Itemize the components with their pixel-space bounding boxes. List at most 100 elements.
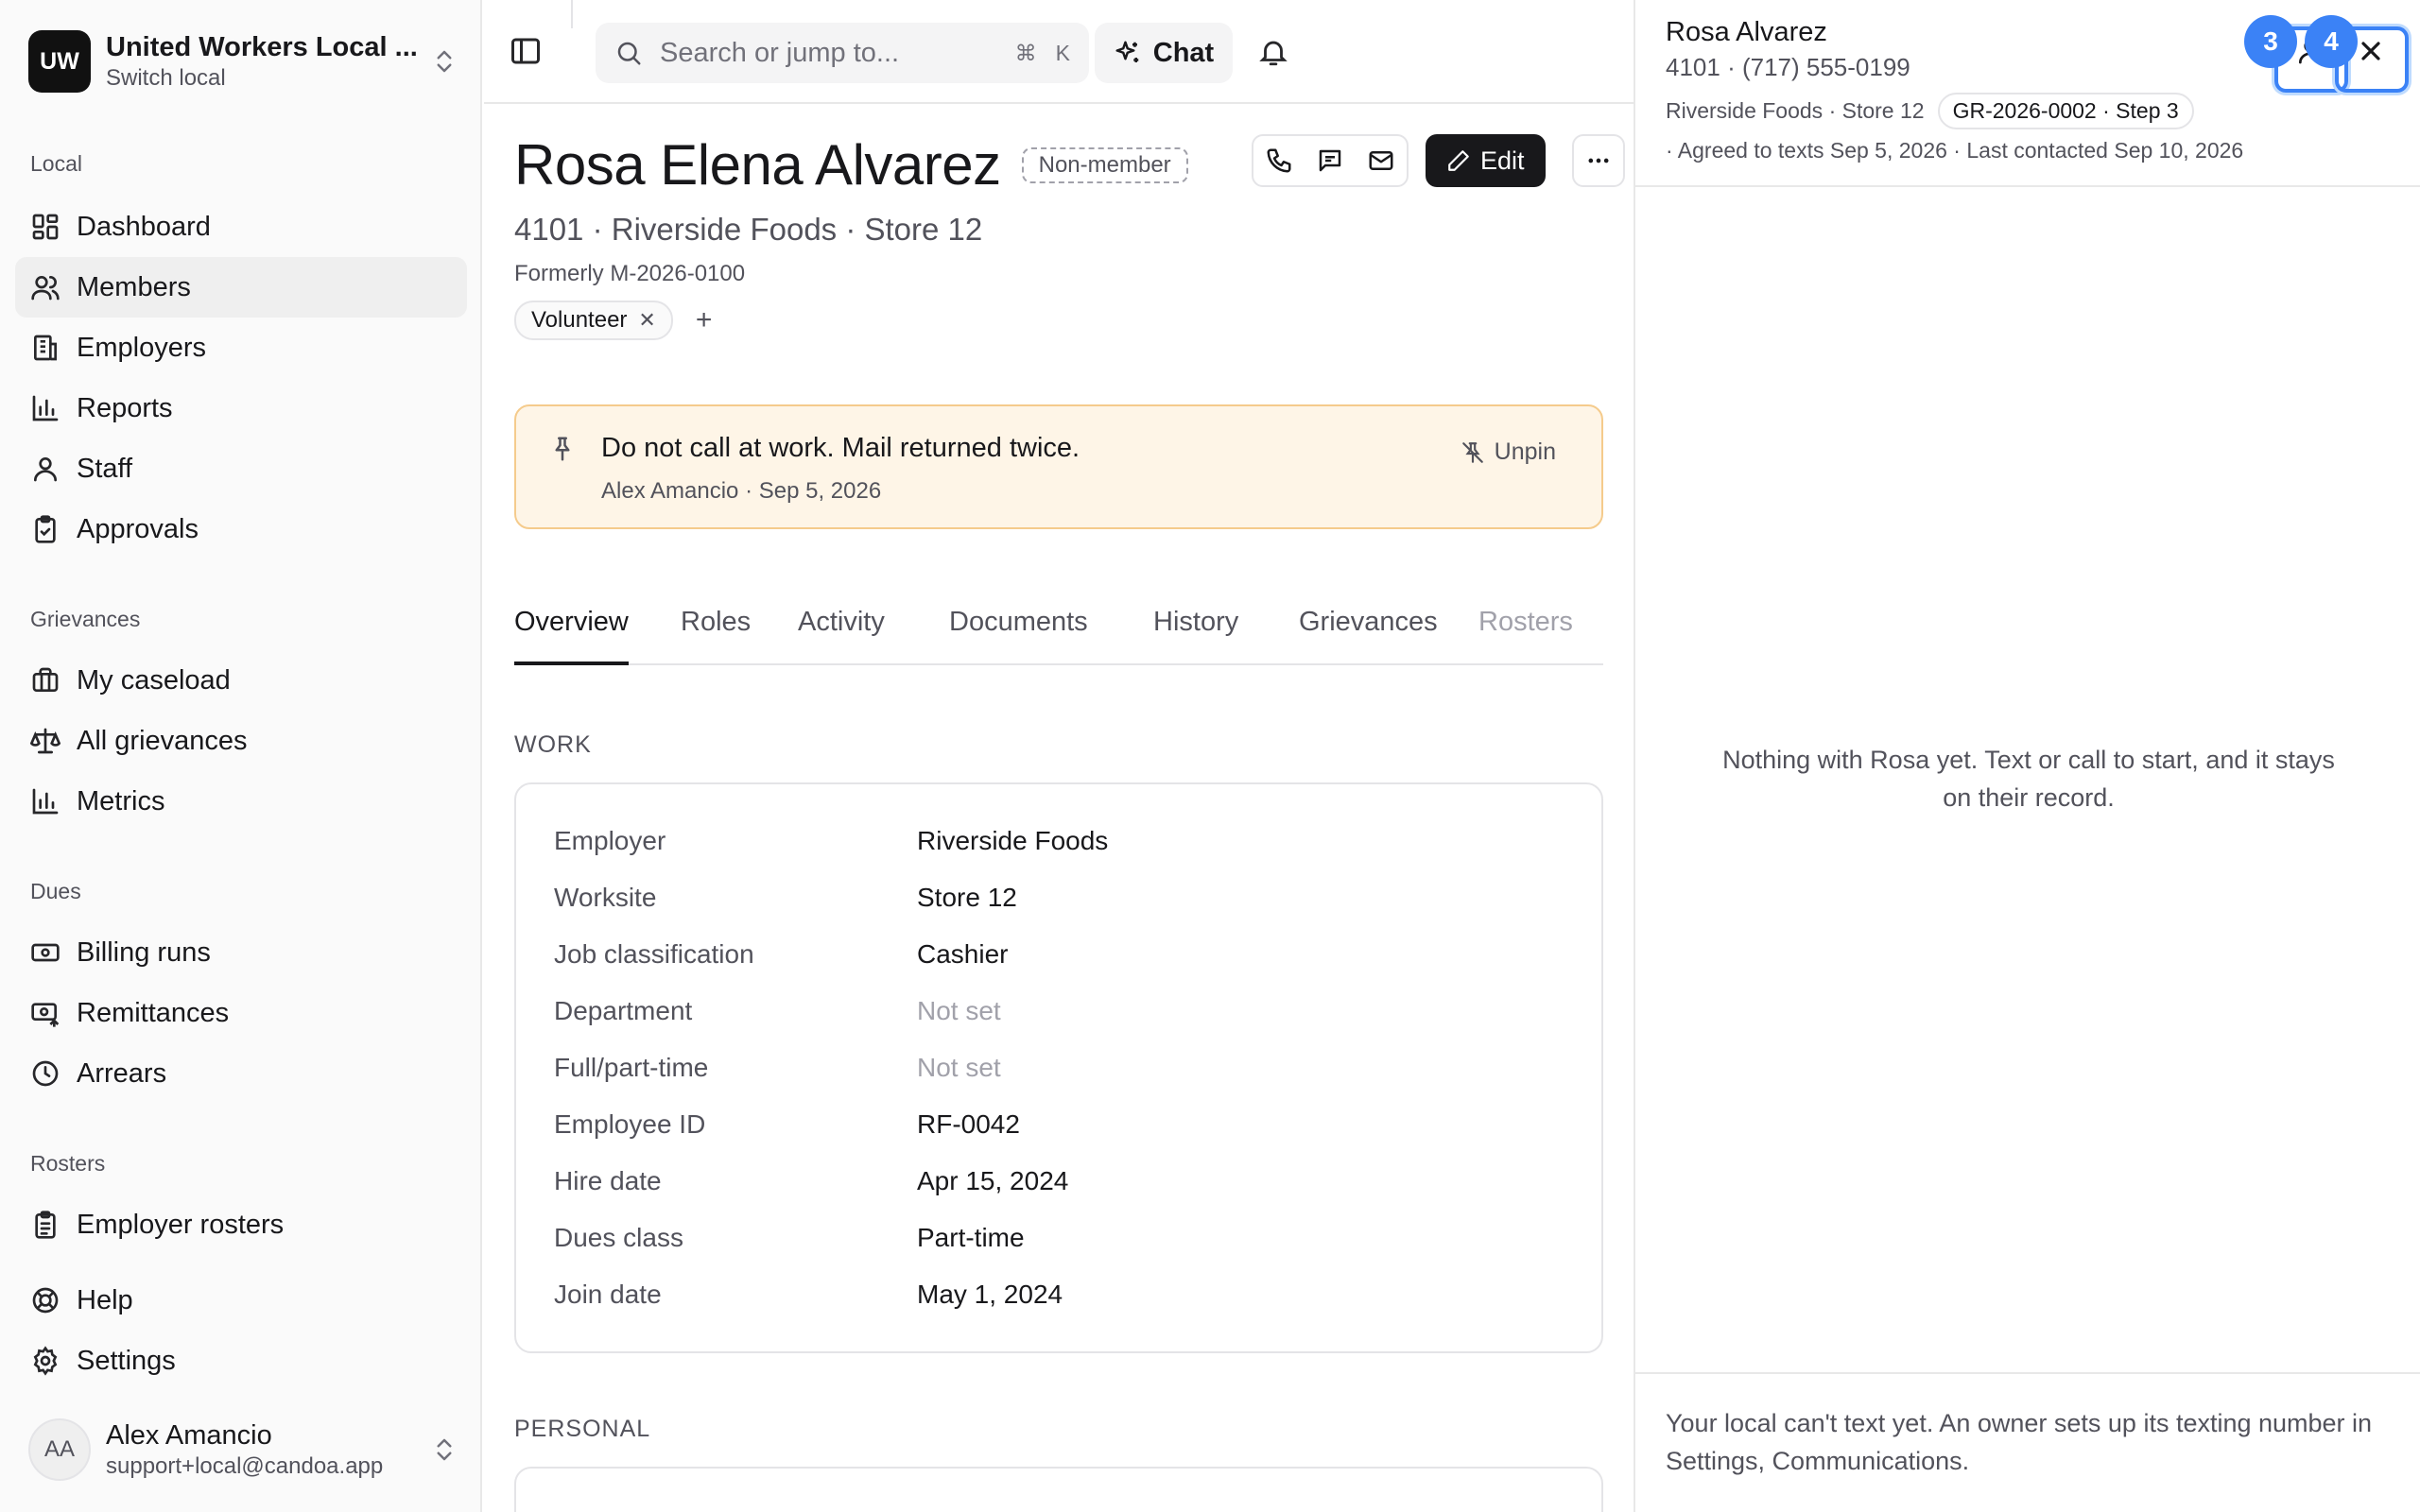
panel-contact-meta: · Agreed to texts Sep 5, 2026 · Last con… — [1666, 138, 2244, 163]
bell-icon[interactable] — [1257, 36, 1289, 68]
sidebar-item-dashboard[interactable]: Dashboard — [15, 197, 467, 257]
sidebar-item-all-grievances[interactable]: All grievances — [15, 711, 467, 771]
sidebar-item-label: Employers — [77, 332, 206, 363]
sidebar-toggle-icon[interactable] — [509, 34, 543, 68]
sidebar-item-employers[interactable]: Employers — [15, 318, 467, 378]
add-tag-button[interactable]: + — [696, 304, 713, 336]
sidebar-item-label: Settings — [77, 1345, 176, 1376]
sidebar-item-settings[interactable]: Settings — [15, 1331, 467, 1391]
sidebar-item-staff[interactable]: Staff — [15, 438, 467, 499]
sidebar-item-reports[interactable]: Reports — [15, 378, 467, 438]
field-value: Not set — [917, 1053, 1001, 1082]
field-row: Full/part-time Not set — [554, 1049, 1001, 1087]
search-icon — [617, 42, 641, 65]
life-buoy-icon — [32, 1287, 59, 1314]
dashboard-icon — [32, 214, 59, 240]
sidebar-item-billing-runs[interactable]: Billing runs — [15, 922, 467, 983]
work-card: Employer Riverside Foods Worksite Store … — [514, 782, 1603, 1353]
field-row: Worksite Store 12 — [554, 879, 1017, 917]
phone-icon — [1267, 148, 1291, 173]
users-icon — [31, 276, 60, 301]
empty-state: Nothing with Rosa yet. Text or call to s… — [1722, 746, 2335, 812]
clipboard-check-icon — [35, 515, 56, 543]
org-switcher[interactable]: UW United Workers Local ... Switch local — [28, 25, 458, 98]
search-placeholder: Search or jump to... — [660, 37, 900, 68]
clipboard-list-icon — [35, 1211, 56, 1239]
tab-history[interactable]: History — [1153, 607, 1238, 665]
panel-toolbar: 3 4 — [2223, 8, 2412, 93]
panel-employer: Riverside Foods · Store 12 — [1666, 98, 1925, 123]
email-button[interactable] — [1356, 136, 1407, 185]
sidebar-item-label: Staff — [77, 453, 133, 484]
pinned-note-meta: Alex Amancio · Sep 5, 2026 — [601, 478, 882, 504]
pinned-note-text: Do not call at work. Mail returned twice… — [601, 433, 1080, 463]
close-icon[interactable] — [2356, 36, 2386, 66]
field-value: RF-0042 — [917, 1109, 1020, 1139]
field-row: Hire date Apr 15, 2024 — [554, 1162, 1068, 1200]
section-label-work: WORK — [514, 731, 592, 758]
user-name: Alex Amancio — [106, 1420, 272, 1451]
banknote-icon — [31, 943, 60, 962]
tag-chip: Volunteer ✕ — [514, 301, 673, 340]
call-button[interactable] — [1253, 136, 1305, 185]
message-button[interactable] — [1305, 136, 1356, 185]
sidebar-item-my-caseload[interactable]: My caseload — [15, 650, 467, 711]
sidebar-item-label: Billing runs — [77, 936, 211, 968]
pencil-icon — [1448, 150, 1469, 171]
bar-chart-icon — [32, 395, 59, 421]
field-value: May 1, 2024 — [917, 1280, 1063, 1309]
tab-overview[interactable]: Overview — [514, 607, 629, 665]
mail-icon — [1369, 151, 1393, 170]
nav-section-rosters: Rosters — [30, 1151, 106, 1176]
sidebar-item-arrears[interactable]: Arrears — [15, 1043, 467, 1104]
sidebar-item-remittances[interactable]: Remittances — [15, 983, 467, 1043]
field-row: Department Not set — [554, 992, 1001, 1030]
divider — [1635, 185, 2420, 187]
sidebar-item-label: Approvals — [77, 513, 199, 544]
edit-button[interactable]: Edit — [1426, 134, 1546, 187]
field-label: Join date — [554, 1280, 662, 1309]
pin-icon — [555, 437, 570, 461]
field-value: Not set — [917, 996, 1001, 1025]
tag-list: Volunteer ✕ + — [514, 301, 712, 340]
status-badge: Non-member — [1021, 146, 1188, 183]
org-logo: UW — [28, 30, 91, 93]
user-email: support+local@candoa.app — [106, 1453, 384, 1479]
chevrons-up-down-icon — [437, 1438, 452, 1461]
grievance-chip[interactable]: GR-2026-0002 · Step 3 — [1937, 93, 2194, 129]
user-menu[interactable]: AA Alex Amancio support+local@candoa.app — [28, 1412, 458, 1487]
sidebar-item-members[interactable]: Members — [15, 257, 467, 318]
chat-label: Chat — [1152, 37, 1215, 68]
sidebar-item-metrics[interactable]: Metrics — [15, 771, 467, 832]
more-horizontal-icon — [1588, 158, 1609, 163]
tab-roles[interactable]: Roles — [681, 607, 751, 665]
avatar: AA — [28, 1418, 91, 1481]
sidebar-item-employer-rosters[interactable]: Employer rosters — [15, 1194, 467, 1255]
texting-unavailable-notice: Your local can't text yet. An owner sets… — [1666, 1409, 2373, 1475]
field-label: Employee ID — [554, 1109, 706, 1139]
field-label: Job classification — [554, 939, 754, 969]
personal-card — [514, 1467, 1603, 1512]
gear-icon — [33, 1346, 58, 1376]
chat-button[interactable]: Chat — [1095, 23, 1233, 83]
tab-rosters[interactable]: Rosters — [1478, 607, 1573, 665]
tab-activity[interactable]: Activity — [798, 607, 885, 665]
sidebar-item-approvals[interactable]: Approvals — [15, 499, 467, 559]
sidebar-item-help[interactable]: Help — [15, 1270, 467, 1331]
sidebar-item-label: Remittances — [77, 997, 230, 1028]
search-input[interactable]: Search or jump to... ⌘ K — [596, 23, 1089, 83]
field-label: Hire date — [554, 1166, 662, 1195]
field-value: Riverside Foods — [917, 826, 1109, 855]
field-label: Employer — [554, 826, 666, 855]
more-button[interactable] — [1571, 134, 1625, 187]
former-id: Formerly M-2026-0100 — [514, 261, 746, 286]
tab-documents[interactable]: Documents — [949, 607, 1088, 665]
divider — [571, 0, 573, 28]
panel-contact-name: Rosa Alvarez — [1666, 17, 1827, 47]
remove-tag-icon[interactable]: ✕ — [638, 308, 655, 333]
field-label: Dues class — [554, 1223, 683, 1252]
field-label: Department — [554, 996, 693, 1025]
sidebar-item-label: Employer rosters — [77, 1209, 285, 1240]
tab-grievances[interactable]: Grievances — [1299, 607, 1438, 665]
unpin-button[interactable]: Unpin — [1461, 438, 1556, 466]
